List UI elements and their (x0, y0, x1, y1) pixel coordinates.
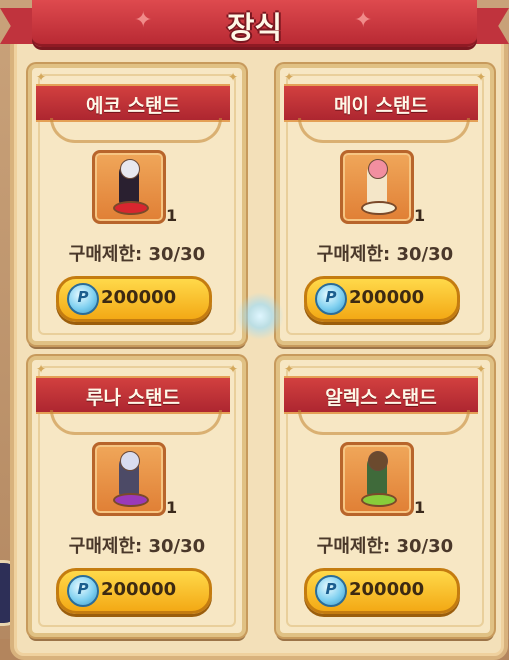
purchase-limit: 구매제한: 30/30 (68, 536, 206, 557)
stand-base-icon (113, 201, 149, 215)
price-label: 200000 (349, 287, 425, 308)
stand-base-icon (361, 493, 397, 507)
ornament-arch (50, 118, 222, 143)
buy-button[interactable]: P 200000 (56, 568, 212, 614)
buy-button[interactable]: P 200000 (304, 568, 460, 614)
title-banner: ✦ ✦ 장식 (32, 0, 477, 47)
stand-base-icon (361, 201, 397, 215)
item-name: 메이 스탠드 (333, 95, 428, 117)
currency-coin-icon: P (315, 575, 347, 607)
buy-button[interactable]: P 200000 (56, 276, 212, 322)
currency-coin-icon: P (315, 283, 347, 315)
item-icon-slot (340, 442, 414, 516)
item-name-banner: 에코 스탠드 (36, 84, 230, 122)
item-quantity: 1 (414, 498, 426, 517)
item-name: 알렉스 스탠드 (325, 387, 437, 409)
figure-head-icon (120, 159, 140, 179)
purchase-limit: 구매제한: 30/30 (316, 244, 454, 265)
ornament-arch (50, 410, 222, 435)
item-name-banner: 루나 스탠드 (36, 376, 230, 414)
corner-star-icon: ✦ (475, 70, 486, 84)
item-quantity: 1 (414, 206, 426, 225)
purchase-limit: 구매제한: 30/30 (68, 244, 206, 265)
shop-item-card[interactable]: ✦ ✦ 루나 스탠드 1 구매제한: 30/30 P 200000 (28, 356, 246, 637)
buy-button[interactable]: P 200000 (304, 276, 460, 322)
corner-star-icon: ✦ (227, 362, 238, 376)
shop-item-card[interactable]: ✦ ✦ 메이 스탠드 1 구매제한: 30/30 P 200000 (276, 64, 494, 345)
corner-star-icon: ✦ (36, 70, 47, 84)
shop-item-card[interactable]: ✦ ✦ 에코 스탠드 1 구매제한: 30/30 P 200000 (28, 64, 246, 345)
item-quantity: 1 (166, 498, 178, 517)
item-name: 루나 스탠드 (85, 387, 180, 409)
ornament-arch (298, 118, 470, 143)
purchase-limit: 구매제한: 30/30 (316, 536, 454, 557)
item-icon-slot (92, 150, 166, 224)
shop-item-card[interactable]: ✦ ✦ 알렉스 스탠드 1 구매제한: 30/30 P 200000 (276, 356, 494, 637)
currency-coin-icon: P (67, 283, 99, 315)
item-icon-slot (340, 150, 414, 224)
item-name-banner: 알렉스 스탠드 (284, 376, 478, 414)
corner-star-icon: ✦ (475, 362, 486, 376)
page-title: 장식 (226, 11, 283, 46)
price-label: 200000 (101, 579, 177, 600)
sparkle-glow-effect (236, 292, 284, 340)
item-quantity: 1 (166, 206, 178, 225)
figure-head-icon (120, 451, 140, 471)
corner-star-icon: ✦ (36, 362, 47, 376)
figure-head-icon (368, 451, 388, 471)
price-label: 200000 (349, 579, 425, 600)
item-name-banner: 메이 스탠드 (284, 84, 478, 122)
ornament-arch (298, 410, 470, 435)
price-label: 200000 (101, 287, 177, 308)
stand-base-icon (113, 493, 149, 507)
item-name: 에코 스탠드 (85, 95, 180, 117)
currency-coin-icon: P (67, 575, 99, 607)
corner-star-icon: ✦ (284, 362, 295, 376)
corner-star-icon: ✦ (284, 70, 295, 84)
figure-head-icon (368, 159, 388, 179)
item-icon-slot (92, 442, 166, 516)
corner-star-icon: ✦ (227, 70, 238, 84)
